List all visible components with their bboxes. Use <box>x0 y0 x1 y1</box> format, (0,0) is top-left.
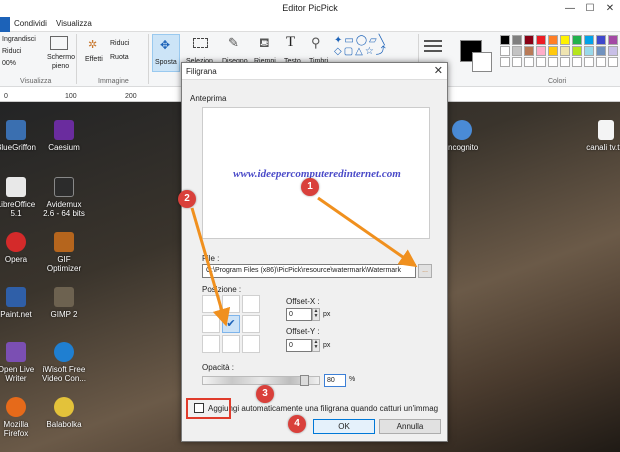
callout-3: 3 <box>256 385 274 403</box>
callout-4: 4 <box>288 415 306 433</box>
tutorial-arrows <box>190 196 418 327</box>
callout-2: 2 <box>178 190 196 208</box>
arrow-to-browse <box>317 196 418 268</box>
callout-1: 1 <box>301 178 319 196</box>
arrow-to-center-position <box>190 207 231 327</box>
